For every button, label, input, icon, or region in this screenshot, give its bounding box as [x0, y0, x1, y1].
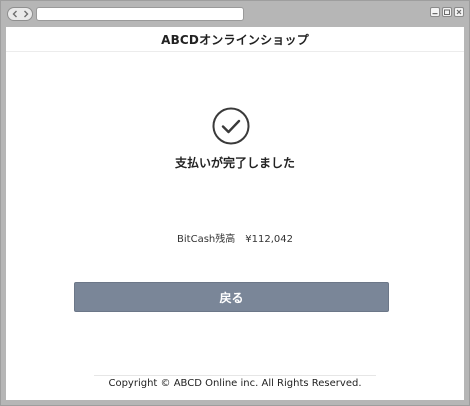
- check-circle-icon: [212, 107, 250, 145]
- minimize-icon[interactable]: [430, 7, 440, 17]
- close-icon[interactable]: [454, 7, 464, 17]
- navigation-buttons: [7, 7, 33, 21]
- copyright-text: Copyright © ABCD Online inc. All Rights …: [108, 378, 362, 389]
- restore-icon[interactable]: [442, 7, 452, 17]
- forward-arrow-icon[interactable]: [20, 9, 31, 19]
- address-bar[interactable]: [36, 7, 244, 21]
- back-button[interactable]: 戻る: [74, 282, 389, 312]
- site-header: ABCDオンラインショップ: [6, 27, 464, 52]
- balance-label: BitCash残高: [177, 234, 236, 245]
- browser-window: ABCDオンラインショップ 支払いが完了しました BitCash残高 ¥112,0…: [0, 0, 470, 406]
- window-controls: [430, 7, 464, 17]
- browser-titlebar: [1, 1, 469, 27]
- balance-row: BitCash残高 ¥112,042: [6, 230, 464, 245]
- back-arrow-icon[interactable]: [9, 9, 20, 19]
- page-content: ABCDオンラインショップ 支払いが完了しました BitCash残高 ¥112,0…: [6, 27, 464, 400]
- balance-amount: ¥112,042: [245, 234, 293, 245]
- shop-title: ABCDオンラインショップ: [161, 32, 309, 47]
- payment-complete-message: 支払いが完了しました: [174, 156, 295, 170]
- footer-divider: [94, 375, 376, 376]
